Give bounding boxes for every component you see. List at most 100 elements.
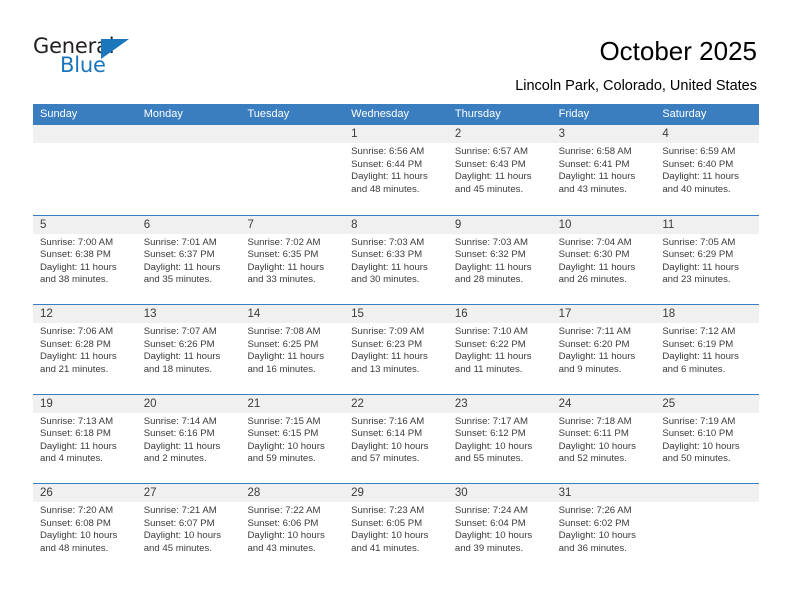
day-daylight-line2-text: and 18 minutes. xyxy=(143,363,212,375)
day-sunrise-text: Sunrise: 7:22 AM xyxy=(247,505,321,516)
day-number: 2 xyxy=(447,125,552,143)
day-number: 20 xyxy=(136,394,241,413)
page-header: General Blue October 2025 Lincoln Park, … xyxy=(0,0,792,104)
day-sun-info: Sunrise: 7:19 AM Sunset: 6:10 PM Daylight:… xyxy=(655,413,759,466)
calendar-day-cell[interactable]: 9 Sunrise: 7:03 AM Sunset: 6:32 PM Daylight… xyxy=(447,215,552,304)
weekday-header-monday: Monday xyxy=(143,108,183,120)
day-daylight-line2-text: and 48 minutes. xyxy=(351,183,420,195)
day-number: 26 xyxy=(33,484,137,502)
day-daylight-line2-text: and 2 minutes. xyxy=(143,453,207,465)
day-sunset-text: Sunset: 6:37 PM xyxy=(143,249,215,261)
day-sun-info: Sunrise: 6:57 AM Sunset: 6:43 PM Daylight:… xyxy=(448,143,552,196)
day-daylight-line2-text: and 33 minutes. xyxy=(247,274,316,286)
calendar-day-cell[interactable]: 5 Sunrise: 7:00 AM Sunset: 6:38 PM Daylight… xyxy=(33,215,137,304)
day-daylight-line2-text: and 45 minutes. xyxy=(454,183,524,195)
day-sun-info: Sunrise: 7:24 AM Sunset: 6:04 PM Daylight:… xyxy=(448,502,552,555)
day-sunrise-text: Sunrise: 7:15 AM xyxy=(247,415,321,427)
calendar-day-cell[interactable]: 16 Sunrise: 7:10 AM Sunset: 6:22 PM Dayligh… xyxy=(447,305,552,394)
weekday-header-tuesday: Tuesday xyxy=(247,108,290,120)
day-sun-info: Sunrise: 7:05 AM Sunset: 6:29 PM Daylight:… xyxy=(655,234,759,287)
calendar-day-cell[interactable]: 26 Sunrise: 7:20 AM Sunset: 6:08 PM Dayligh… xyxy=(33,484,137,573)
weekday-header-saturday: Saturday xyxy=(662,108,707,120)
day-daylight-line2-text: and 6 minutes. xyxy=(662,363,726,375)
day-sunrise-text: Sunrise: 6:58 AM xyxy=(558,146,632,157)
calendar-day-cell[interactable]: 28 Sunrise: 7:22 AM Sunset: 6:06 PM Dayligh… xyxy=(240,484,345,573)
weekday-header-sunday: Sunday xyxy=(40,108,78,120)
day-daylight-line2-text: and 43 minutes. xyxy=(247,542,316,554)
calendar-day-cell[interactable]: 29 Sunrise: 7:23 AM Sunset: 6:05 PM Dayligh… xyxy=(344,484,448,573)
calendar-day-cell[interactable]: 25 Sunrise: 7:19 AM Sunset: 6:10 PM Dayligh… xyxy=(655,394,760,483)
calendar-day-cell[interactable]: 19 Sunrise: 7:13 AM Sunset: 6:18 PM Dayligh… xyxy=(33,394,137,483)
calendar-day-cell[interactable]: 20 Sunrise: 7:14 AM Sunset: 6:16 PM Dayligh… xyxy=(136,394,241,483)
day-sunset-text: Sunset: 6:08 PM xyxy=(40,517,111,529)
day-daylight-line1-text: Daylight: 11 hours xyxy=(40,261,117,273)
calendar-day-cell[interactable]: 31 Sunrise: 7:26 AM Sunset: 6:02 PM Dayligh… xyxy=(551,484,656,573)
day-daylight-line2-text: and 28 minutes. xyxy=(454,274,524,286)
day-daylight-line2-text: and 26 minutes. xyxy=(558,274,627,286)
day-number: 28 xyxy=(240,484,345,502)
day-number: 11 xyxy=(655,215,760,234)
day-daylight-line2-text: and 55 minutes. xyxy=(454,453,524,465)
day-daylight-line1-text: Daylight: 10 hours xyxy=(40,530,118,542)
day-sunrise-text: Sunrise: 7:20 AM xyxy=(40,505,114,516)
calendar-day-cell[interactable]: 11 Sunrise: 7:05 AM Sunset: 6:29 PM Dayligh… xyxy=(655,215,760,304)
calendar-day-cell[interactable]: 6 Sunrise: 7:01 AM Sunset: 6:37 PM Daylight… xyxy=(136,215,241,304)
calendar-grid: Sunday Monday Tuesday Wednesday Thursday Frid… xyxy=(33,104,760,573)
day-sunset-text: Sunset: 6:41 PM xyxy=(558,158,630,170)
day-number: 10 xyxy=(551,215,656,234)
day-sunset-text: Sunset: 6:26 PM xyxy=(143,338,215,350)
day-sunset-text: Sunset: 6:29 PM xyxy=(662,249,734,261)
calendar-day-cell[interactable]: 17 Sunrise: 7:11 AM Sunset: 6:20 PM Dayligh… xyxy=(551,305,656,394)
calendar-day-cell[interactable]: 27 Sunrise: 7:21 AM Sunset: 6:07 PM Dayligh… xyxy=(136,484,241,573)
day-sun-info: Sunrise: 7:00 AM Sunset: 6:38 PM Daylight:… xyxy=(33,234,137,287)
calendar-day-cell[interactable]: 3 Sunrise: 6:58 AM Sunset: 6:41 PM Daylight… xyxy=(551,125,656,215)
calendar-day-cell[interactable]: 23 Sunrise: 7:17 AM Sunset: 6:12 PM Dayligh… xyxy=(447,394,552,483)
day-daylight-line1-text: Daylight: 11 hours xyxy=(351,351,428,363)
day-sun-info: Sunrise: 7:11 AM Sunset: 6:20 PM Daylight:… xyxy=(552,323,656,376)
day-daylight-line2-text: and 21 minutes. xyxy=(40,363,109,375)
calendar-week-row: 12 Sunrise: 7:06 AM Sunset: 6:28 PM Dayligh… xyxy=(33,304,760,394)
weekday-header-friday: Friday xyxy=(558,108,590,120)
day-daylight-line1-text: Daylight: 11 hours xyxy=(143,440,221,452)
calendar-day-cell[interactable]: 22 Sunrise: 7:16 AM Sunset: 6:14 PM Dayligh… xyxy=(344,394,448,483)
day-number: 30 xyxy=(447,484,552,502)
calendar-day-cell[interactable]: 4 Sunrise: 6:59 AM Sunset: 6:40 PM Daylight… xyxy=(655,125,760,215)
day-sunset-text: Sunset: 6:19 PM xyxy=(662,338,734,350)
calendar-day-cell[interactable]: 7 Sunrise: 7:02 AM Sunset: 6:35 PM Daylight… xyxy=(240,215,345,304)
day-daylight-line2-text: and 30 minutes. xyxy=(351,274,420,286)
day-daylight-line2-text: and 40 minutes. xyxy=(662,183,731,195)
calendar-day-cell[interactable]: 30 Sunrise: 7:24 AM Sunset: 6:04 PM Dayligh… xyxy=(447,484,552,573)
calendar-day-cell[interactable]: 24 Sunrise: 7:18 AM Sunset: 6:11 PM Dayligh… xyxy=(551,394,656,483)
day-number: 25 xyxy=(655,394,760,413)
calendar-day-cell[interactable]: 8 Sunrise: 7:03 AM Sunset: 6:33 PM Daylight… xyxy=(344,215,448,304)
general-blue-logo[interactable]: General Blue xyxy=(33,36,163,84)
calendar-day-cell[interactable]: 21 Sunrise: 7:15 AM Sunset: 6:15 PM Dayligh… xyxy=(240,394,345,483)
day-sun-info: Sunrise: 7:08 AM Sunset: 6:25 PM Daylight:… xyxy=(240,323,344,376)
day-sun-info: Sunrise: 7:13 AM Sunset: 6:18 PM Daylight:… xyxy=(33,413,137,466)
day-sun-info: Sunrise: 7:07 AM Sunset: 6:26 PM Daylight:… xyxy=(137,323,241,376)
day-sunset-text: Sunset: 6:30 PM xyxy=(558,249,630,261)
day-sunrise-text: Sunrise: 7:00 AM xyxy=(40,236,114,248)
day-sunset-text: Sunset: 6:14 PM xyxy=(351,428,423,440)
day-sunset-text: Sunset: 6:35 PM xyxy=(247,249,319,261)
day-daylight-line1-text: Daylight: 10 hours xyxy=(662,440,740,452)
day-number: 18 xyxy=(655,305,760,323)
calendar-day-cell[interactable]: 2 Sunrise: 6:57 AM Sunset: 6:43 PM Daylight… xyxy=(447,125,552,215)
calendar-day-cell[interactable]: 15 Sunrise: 7:09 AM Sunset: 6:23 PM Dayligh… xyxy=(344,305,448,394)
day-daylight-line1-text: Daylight: 10 hours xyxy=(351,530,429,542)
calendar-day-cell[interactable]: 13 Sunrise: 7:07 AM Sunset: 6:26 PM Dayligh… xyxy=(136,305,241,394)
calendar-day-cell[interactable]: 18 Sunrise: 7:12 AM Sunset: 6:19 PM Dayligh… xyxy=(655,305,760,394)
day-number: 6 xyxy=(136,215,241,234)
day-daylight-line1-text: Daylight: 11 hours xyxy=(558,261,636,273)
calendar-day-cell[interactable]: 1 Sunrise: 6:56 AM Sunset: 6:44 PM Daylight… xyxy=(344,125,448,215)
day-number xyxy=(655,484,760,502)
day-sun-info: Sunrise: 7:06 AM Sunset: 6:28 PM Daylight:… xyxy=(33,323,137,376)
day-daylight-line1-text: Daylight: 11 hours xyxy=(247,351,325,363)
day-daylight-line1-text: Daylight: 11 hours xyxy=(454,261,532,273)
calendar-day-cell-empty xyxy=(33,125,137,215)
calendar-day-cell[interactable]: 12 Sunrise: 7:06 AM Sunset: 6:28 PM Dayligh… xyxy=(33,305,137,394)
day-daylight-line2-text: and 41 minutes. xyxy=(351,542,420,554)
day-sun-info: Sunrise: 7:18 AM Sunset: 6:11 PM Daylight:… xyxy=(552,413,656,466)
calendar-day-cell[interactable]: 10 Sunrise: 7:04 AM Sunset: 6:30 PM Dayligh… xyxy=(551,215,656,304)
calendar-day-cell[interactable]: 14 Sunrise: 7:08 AM Sunset: 6:25 PM Dayligh… xyxy=(240,305,345,394)
